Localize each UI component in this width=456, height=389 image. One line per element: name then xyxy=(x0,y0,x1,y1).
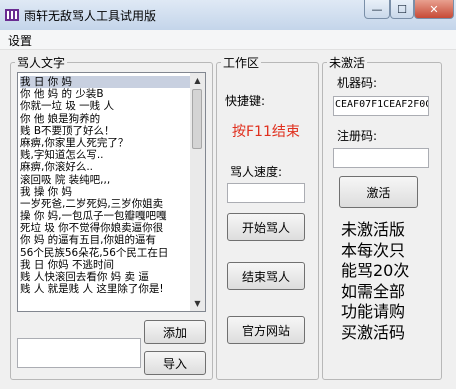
curse-text-lines: 我 日 你 妈你 他 妈 的 少装B 你就一垃 圾 一贱 人你 他 娘是狗养的贱 … xyxy=(20,76,190,295)
list-item[interactable]: 你 他 娘是狗养的 xyxy=(20,113,190,125)
list-item[interactable]: 麻痹,你滚好么.. xyxy=(20,161,190,173)
machine-code-label: 机器码: xyxy=(337,76,378,90)
app-icon xyxy=(5,9,19,21)
list-item[interactable]: 麻痹,你家里人死完了？ xyxy=(20,137,190,149)
close-button[interactable]: ✕ xyxy=(414,0,454,19)
hotkey-text: 按F11结束 xyxy=(232,124,300,140)
machine-code-field[interactable]: CEAF07F1CEAF2F0C xyxy=(333,96,429,116)
title-bar: 雨轩无敌骂人工具试用版 — ☐ ✕ xyxy=(0,0,456,30)
speed-input[interactable] xyxy=(227,183,305,203)
menu-bar: 设置 xyxy=(0,30,456,50)
speed-label: 骂人速度: xyxy=(230,165,283,179)
reg-code-label: 注册码: xyxy=(337,129,378,143)
list-item[interactable]: 56个民族56朵花,56个民工在日 xyxy=(20,247,190,259)
list-item[interactable]: 贱 人快滚回去看你 妈 卖 逼 xyxy=(20,271,190,283)
window-title: 雨轩无敌骂人工具试用版 xyxy=(24,9,157,23)
menu-settings[interactable]: 设置 xyxy=(8,32,32,49)
promo-line: 本每次只 xyxy=(341,240,406,260)
promo-text: 未激活版 本每次只 能骂20次 如需全部 功能请购 买激活码 xyxy=(341,220,431,343)
curse-text-list[interactable]: 我 日 你 妈你 他 妈 的 少装B 你就一垃 圾 一贱 人你 他 娘是狗养的贱 … xyxy=(17,72,206,312)
list-item[interactable]: 你 他 妈 的 少装B xyxy=(20,88,190,100)
promo-line: 未激活版 xyxy=(341,220,406,239)
list-item[interactable]: 我 日 你 妈 xyxy=(20,76,190,89)
promo-line: 买激活码 xyxy=(341,322,406,342)
promo-line: 功能请购 xyxy=(341,302,406,321)
list-item[interactable]: 你就一垃 圾 一贱 人 xyxy=(20,100,190,112)
promo-line: 能骂20次 xyxy=(341,261,410,280)
hotkey-label: 快捷键: xyxy=(225,94,266,108)
list-item[interactable]: 滚回吸 院 装纯吧,,, xyxy=(20,174,190,186)
work-area-legend: 工作区 xyxy=(223,56,260,70)
list-item[interactable]: 我 操 你 妈 xyxy=(20,186,190,198)
list-item[interactable]: 贱 B不要顶了好么！ xyxy=(20,125,190,137)
reg-code-input[interactable] xyxy=(333,148,429,168)
list-item[interactable]: 操 你 妈,一包瓜子一包瓣嘎吧嘎 xyxy=(20,210,190,222)
curse-text-legend: 骂人文字 xyxy=(17,56,66,70)
minimize-icon: — xyxy=(371,2,383,16)
maximize-button[interactable]: ☐ xyxy=(390,0,414,19)
start-button[interactable]: 开始骂人 xyxy=(227,213,305,241)
maximize-icon: ☐ xyxy=(397,2,407,16)
close-icon: ✕ xyxy=(429,2,439,16)
list-item[interactable]: 贱,字知道怎么写.. xyxy=(20,149,190,161)
activation-legend: 未激活 xyxy=(329,56,366,70)
scroll-up-icon[interactable]: ▲ xyxy=(190,73,205,88)
stop-button[interactable]: 结束骂人 xyxy=(227,262,305,290)
promo-line: 如需全部 xyxy=(341,281,406,301)
minimize-button[interactable]: — xyxy=(364,0,390,19)
website-button[interactable]: 官方网站 xyxy=(227,316,305,344)
curse-input[interactable] xyxy=(17,338,141,368)
list-item[interactable]: 死垃 圾 你不觉得你娘卖逼你很 xyxy=(20,222,190,234)
scroll-thumb[interactable] xyxy=(192,89,202,149)
scroll-down-icon[interactable]: ▼ xyxy=(190,296,205,311)
add-button[interactable]: 添加 xyxy=(144,320,206,344)
list-item[interactable]: 贱 人 就是贱 人 这里除了你是! xyxy=(20,283,190,295)
activate-button[interactable]: 激活 xyxy=(339,176,418,208)
list-item[interactable]: 你 妈 的逼有五目,你姐的逼有 xyxy=(20,234,190,246)
list-item[interactable]: 我 日 你妈 不逃时间 xyxy=(20,259,190,271)
import-button[interactable]: 导入 xyxy=(144,351,206,375)
list-item[interactable]: 一岁死爸,二岁死妈,三岁你姐卖 xyxy=(20,198,190,210)
list-scrollbar[interactable]: ▲ ▼ xyxy=(190,73,205,311)
